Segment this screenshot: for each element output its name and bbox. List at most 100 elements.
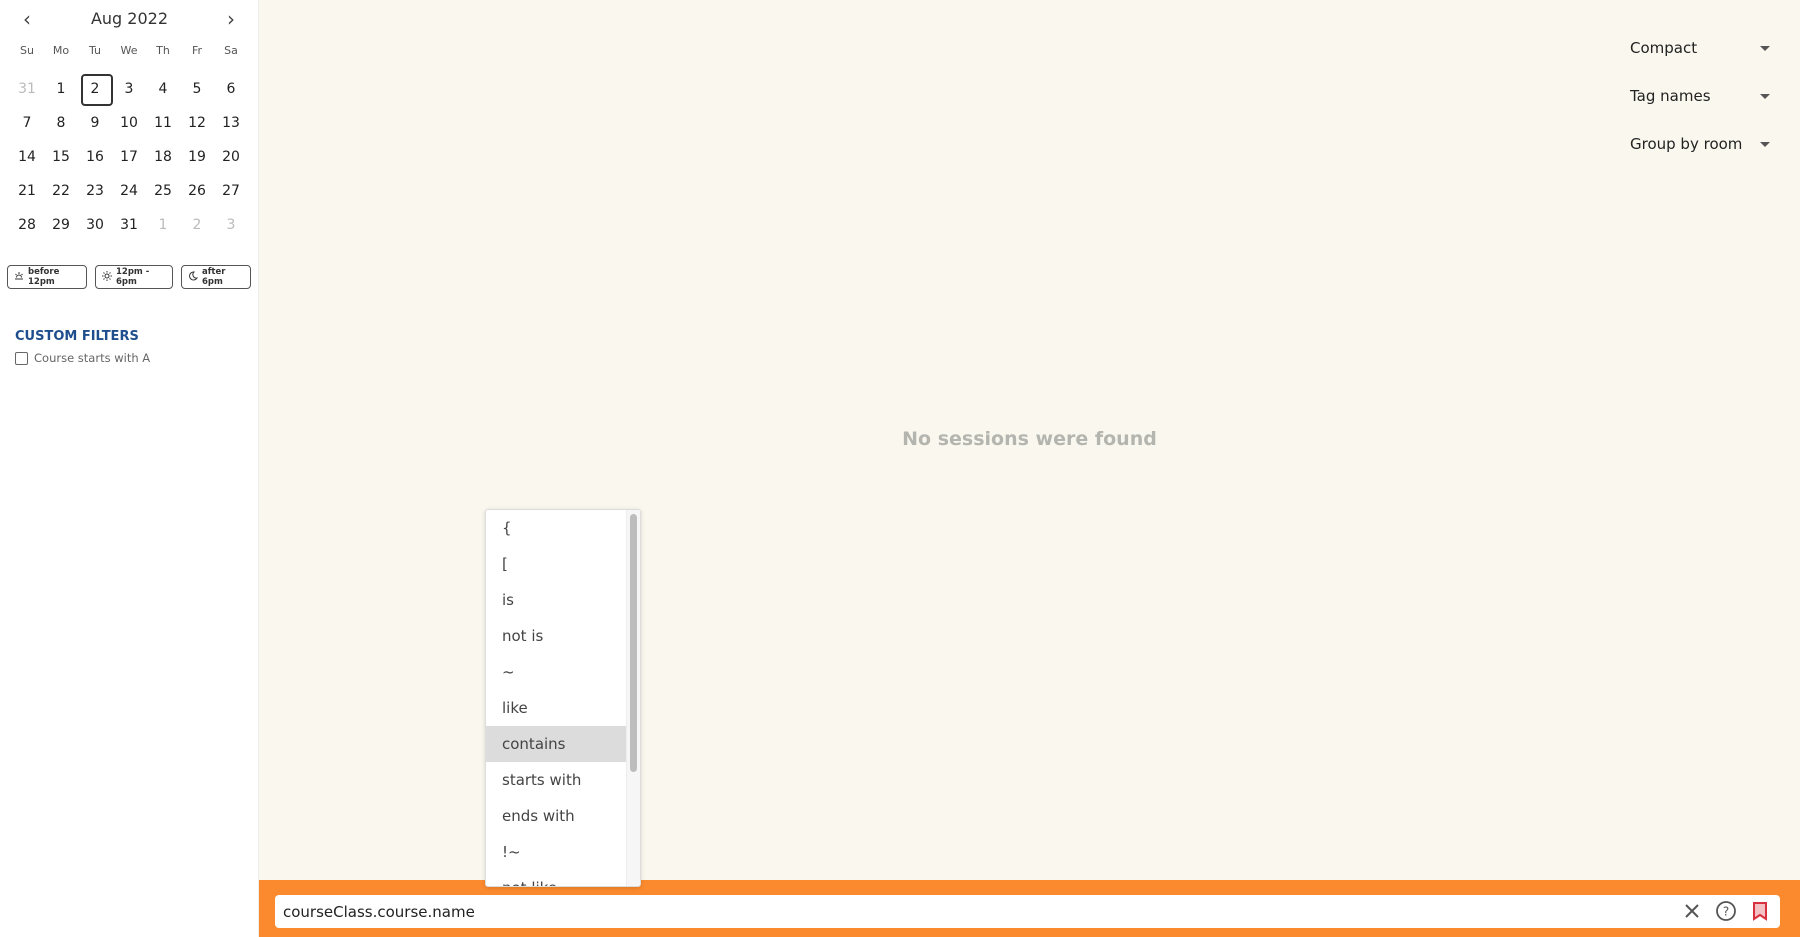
svg-text:?: ? — [1723, 905, 1729, 919]
calendar-day[interactable]: 3 — [112, 72, 146, 106]
autocomplete-option[interactable]: ends with — [486, 798, 627, 834]
grouping-select[interactable]: Group by room — [1630, 120, 1770, 168]
calendar-day[interactable]: 17 — [112, 140, 146, 174]
next-month-button[interactable]: › — [218, 6, 244, 32]
autocomplete-dropdown: {[is not is ~ like contains starts with ends w… — [485, 509, 641, 887]
calendar-day[interactable]: 7 — [10, 106, 44, 140]
day-number: 6 — [226, 81, 236, 97]
time-filter-button[interactable]: before 12pm — [7, 265, 87, 289]
time-filter-button[interactable]: after 6pm — [181, 265, 251, 289]
calendar-grid: 31 1 2 3 4 5 6 7 8 9 10 11 12 13 14 15 16 17 18 19 20 21 22 23 2… — [10, 72, 248, 242]
time-filters: before 12pm 12pm - 6pm after 6pm — [7, 265, 251, 289]
select-label: Compact — [1630, 39, 1698, 57]
autocomplete-option[interactable]: not is — [486, 618, 627, 654]
calendar-day[interactable]: 3 — [214, 208, 248, 242]
day-number: 7 — [22, 115, 32, 131]
day-number: 30 — [86, 217, 104, 233]
view-options: Compact Tag names Group by room — [1630, 24, 1770, 168]
scrollbar[interactable] — [626, 510, 640, 886]
clear-icon[interactable] — [1680, 899, 1704, 923]
calendar-day[interactable]: 1 — [44, 72, 78, 106]
caret-down-icon — [1760, 93, 1770, 99]
custom-filters-title: CUSTOM FILTERS — [15, 329, 139, 344]
calendar-day[interactable]: 10 — [112, 106, 146, 140]
calendar-day[interactable]: 20 — [214, 140, 248, 174]
calendar-day[interactable]: 23 — [78, 174, 112, 208]
caret-down-icon — [1760, 45, 1770, 51]
calendar-day[interactable]: 18 — [146, 140, 180, 174]
autocomplete-option[interactable]: starts with — [486, 762, 627, 798]
autocomplete-option[interactable]: is — [486, 582, 627, 618]
autocomplete-option[interactable]: ~ — [486, 654, 627, 690]
calendar-day[interactable]: 4 — [146, 72, 180, 106]
tag-display-select[interactable]: Tag names — [1630, 72, 1770, 120]
day-number: 9 — [90, 115, 100, 131]
calendar-day[interactable]: 5 — [180, 72, 214, 106]
calendar-day[interactable]: 27 — [214, 174, 248, 208]
calendar-day[interactable]: 29 — [44, 208, 78, 242]
calendar-day[interactable]: 1 — [146, 208, 180, 242]
day-number: 21 — [18, 183, 36, 199]
day-number: 15 — [52, 149, 70, 165]
custom-filter-label: Course starts with A — [34, 351, 151, 365]
day-number: 2 — [192, 217, 202, 233]
weekday-label: Su — [20, 44, 34, 57]
day-number: 31 — [120, 217, 138, 233]
calendar-day[interactable]: 21 — [10, 174, 44, 208]
day-number: 3 — [124, 81, 134, 97]
density-select[interactable]: Compact — [1630, 24, 1770, 72]
select-label: Group by room — [1630, 135, 1743, 153]
autocomplete-option[interactable]: [ — [486, 546, 627, 582]
weekday-label: Mo — [52, 44, 70, 57]
day-number: 19 — [188, 149, 206, 165]
sun-icon — [102, 270, 112, 284]
calendar-day[interactable]: 6 — [214, 72, 248, 106]
day-number: 18 — [154, 149, 172, 165]
calendar-day[interactable]: 31 — [112, 208, 146, 242]
day-number: 16 — [86, 149, 104, 165]
day-number: 5 — [192, 81, 202, 97]
calendar-day[interactable]: 12 — [180, 106, 214, 140]
autocomplete-option[interactable]: !~ — [486, 834, 627, 870]
calendar-day[interactable]: 31 — [10, 72, 44, 106]
calendar-day[interactable]: 9 — [78, 106, 112, 140]
query-input[interactable]: courseClass.course.name ? — [275, 895, 1780, 928]
bookmark-icon[interactable] — [1748, 899, 1772, 923]
day-number: 2 — [90, 81, 100, 97]
sunrise-icon — [14, 271, 24, 284]
weekday-label: We — [120, 44, 138, 57]
weekday-label: Th — [156, 44, 170, 57]
calendar-day-selected[interactable]: 2 — [78, 72, 113, 106]
help-icon[interactable]: ? — [1714, 899, 1738, 923]
day-number: 8 — [56, 115, 66, 131]
calendar-day[interactable]: 30 — [78, 208, 112, 242]
weekday-header: Su Mo Tu We Th Fr Sa — [10, 44, 248, 57]
calendar-day[interactable]: 16 — [78, 140, 112, 174]
calendar-day[interactable]: 15 — [44, 140, 78, 174]
day-number: 14 — [18, 149, 36, 165]
calendar-day[interactable]: 28 — [10, 208, 44, 242]
calendar-day[interactable]: 24 — [112, 174, 146, 208]
calendar-day[interactable]: 11 — [146, 106, 180, 140]
day-number: 17 — [120, 149, 138, 165]
autocomplete-option[interactable]: { — [486, 510, 627, 546]
calendar-day[interactable]: 14 — [10, 140, 44, 174]
autocomplete-option[interactable]: contains — [486, 726, 627, 762]
scrollbar-thumb[interactable] — [630, 514, 637, 772]
calendar-day[interactable]: 13 — [214, 106, 248, 140]
day-number: 26 — [188, 183, 206, 199]
autocomplete-option[interactable]: like — [486, 690, 627, 726]
calendar-day[interactable]: 25 — [146, 174, 180, 208]
time-filter-button[interactable]: 12pm - 6pm — [95, 265, 173, 289]
calendar-day[interactable]: 8 — [44, 106, 78, 140]
calendar-day[interactable]: 22 — [44, 174, 78, 208]
calendar-day[interactable]: 26 — [180, 174, 214, 208]
custom-filter-item[interactable]: Course starts with A — [15, 351, 150, 365]
day-number: 28 — [18, 217, 36, 233]
day-number: 27 — [222, 183, 240, 199]
autocomplete-option[interactable]: not like — [486, 870, 627, 886]
checkbox[interactable] — [15, 351, 28, 365]
day-number: 29 — [52, 217, 70, 233]
calendar-day[interactable]: 19 — [180, 140, 214, 174]
calendar-day[interactable]: 2 — [180, 208, 214, 242]
